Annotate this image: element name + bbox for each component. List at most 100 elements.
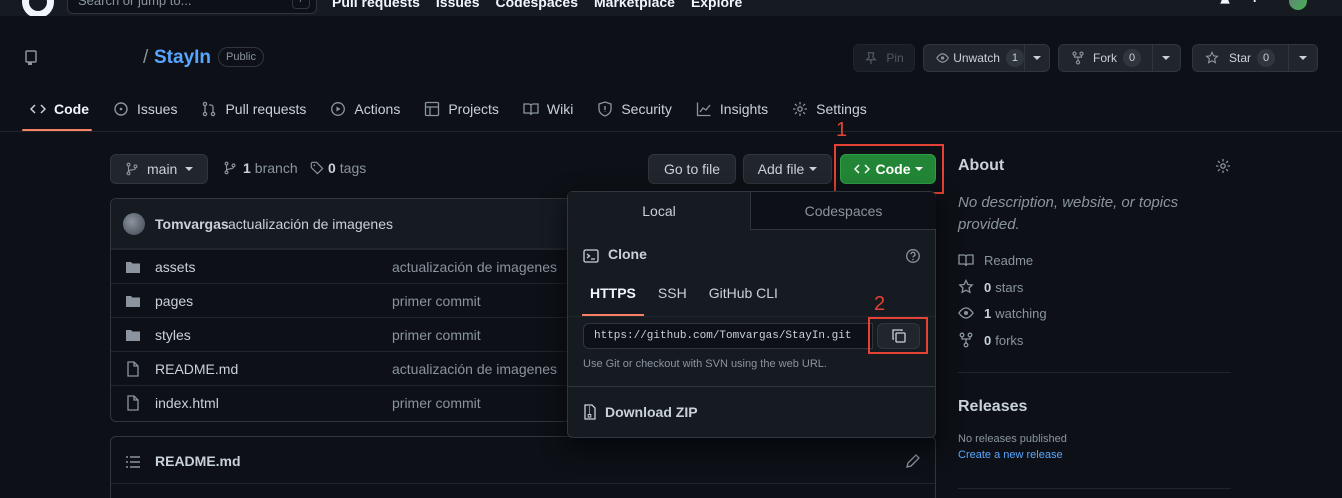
pin-icon bbox=[865, 52, 878, 65]
pencil-icon[interactable] bbox=[905, 453, 921, 469]
user-avatar[interactable] bbox=[1289, 0, 1307, 10]
tag-icon bbox=[310, 161, 324, 175]
tab-projects[interactable]: Projects bbox=[416, 94, 507, 124]
tab-label: Wiki bbox=[546, 101, 574, 117]
fork-button[interactable]: Fork 0 bbox=[1058, 44, 1181, 72]
tab-label: Security bbox=[621, 101, 672, 117]
nav-codespaces[interactable]: Codespaces bbox=[496, 0, 578, 10]
github-logo-icon[interactable] bbox=[22, 0, 54, 16]
clone-url-input[interactable]: https://github.com/Tomvargas/StayIn.git bbox=[583, 323, 873, 349]
branch-word: branch bbox=[254, 160, 298, 176]
tags-link[interactable]: 0 tags bbox=[310, 160, 366, 176]
tab-pull-requests[interactable]: Pull requests bbox=[193, 94, 314, 124]
tab-actions[interactable]: Actions bbox=[322, 94, 408, 124]
file-name[interactable]: assets bbox=[155, 259, 195, 275]
pull-request-icon bbox=[203, 101, 216, 117]
tag-count: 0 bbox=[328, 160, 336, 176]
search-input[interactable]: Search or jump to... / bbox=[67, 0, 317, 14]
forks-link[interactable]: 0 forks bbox=[958, 332, 1023, 348]
file-commit-message[interactable]: actualización de imagenes bbox=[392, 259, 557, 275]
nav-marketplace[interactable]: Marketplace bbox=[594, 0, 675, 10]
file-name[interactable]: styles bbox=[155, 327, 191, 343]
unwatch-label: Unwatch bbox=[953, 51, 1000, 65]
fork-label: Fork bbox=[1093, 51, 1117, 65]
star-button[interactable]: Star 0 bbox=[1192, 44, 1318, 72]
list-icon[interactable] bbox=[125, 454, 141, 470]
folder-icon bbox=[126, 262, 140, 273]
add-file-button[interactable]: Add file bbox=[743, 154, 832, 184]
annotation-box-code-button bbox=[834, 144, 944, 194]
nav-pull-requests[interactable]: Pull requests bbox=[332, 0, 420, 10]
caret-down-icon bbox=[809, 167, 818, 171]
repo-tabs: Code Issues Pull requests Actions Projec… bbox=[22, 94, 883, 132]
file-name[interactable]: index.html bbox=[155, 395, 219, 411]
tab-codespaces[interactable]: Codespaces bbox=[751, 192, 936, 230]
tab-ssh[interactable]: SSH bbox=[650, 284, 695, 316]
tab-code[interactable]: Code bbox=[22, 94, 97, 124]
star-icon bbox=[958, 279, 974, 294]
branches-link[interactable]: 1 branch bbox=[223, 160, 298, 176]
tab-local-label: Local bbox=[642, 203, 676, 219]
watching-count: 1 bbox=[984, 305, 992, 321]
divider bbox=[958, 488, 1231, 489]
releases-title[interactable]: Releases bbox=[958, 398, 1027, 416]
nav-explore[interactable]: Explore bbox=[691, 0, 742, 10]
unwatch-button[interactable]: Unwatch 1 bbox=[923, 44, 1050, 72]
file-name[interactable]: pages bbox=[155, 293, 193, 309]
about-title: About bbox=[958, 157, 1005, 174]
readme-title[interactable]: README.md bbox=[155, 453, 241, 469]
tab-github-cli[interactable]: GitHub CLI bbox=[701, 284, 786, 316]
commit-message[interactable]: actualización de imagenes bbox=[228, 216, 393, 232]
readme-panel: README.md bbox=[110, 436, 936, 498]
repo-icon bbox=[25, 50, 37, 65]
caret-down-icon bbox=[1033, 56, 1041, 60]
about-description: No description, website, or topics provi… bbox=[958, 194, 1179, 233]
global-header: Search or jump to... / Pull requests Iss… bbox=[0, 0, 1342, 16]
search-placeholder: Search or jump to... bbox=[78, 0, 192, 8]
branch-selector-button[interactable]: main bbox=[110, 154, 208, 184]
star-dropdown[interactable] bbox=[1287, 45, 1317, 71]
stars-link[interactable]: 0 stars bbox=[958, 279, 1023, 295]
bell-icon[interactable] bbox=[1218, 0, 1232, 8]
tab-settings[interactable]: Settings bbox=[784, 94, 875, 124]
tab-local[interactable]: Local bbox=[568, 192, 751, 230]
commit-author[interactable]: Tomvargas bbox=[155, 216, 229, 232]
branch-name: main bbox=[147, 161, 178, 177]
tab-wiki[interactable]: Wiki bbox=[515, 94, 581, 124]
file-commit-message[interactable]: actualización de imagenes bbox=[392, 361, 557, 377]
watching-link[interactable]: 1 watching bbox=[958, 305, 1047, 321]
tag-word: tags bbox=[339, 160, 367, 176]
readme-link[interactable]: Readme bbox=[958, 252, 1033, 268]
repo-name-link[interactable]: StayIn bbox=[154, 47, 211, 69]
create-release-link[interactable]: Create a new release bbox=[958, 449, 1063, 461]
tab-label: Pull requests bbox=[225, 101, 307, 117]
repo-path-separator: / bbox=[143, 47, 149, 68]
visibility-badge: Public bbox=[218, 47, 264, 67]
create-new-icon[interactable]: + bbox=[1250, 0, 1259, 8]
tab-insights[interactable]: Insights bbox=[688, 94, 776, 124]
tab-label: Code bbox=[54, 101, 89, 117]
fork-icon bbox=[959, 332, 973, 348]
pin-button[interactable]: Pin bbox=[853, 44, 915, 72]
zip-file-icon bbox=[584, 404, 596, 420]
readme-link-label: Readme bbox=[984, 252, 1034, 268]
download-zip-button[interactable]: Download ZIP bbox=[583, 404, 698, 420]
question-icon[interactable] bbox=[905, 248, 921, 264]
gear-icon[interactable] bbox=[1215, 158, 1231, 174]
fork-dropdown[interactable] bbox=[1151, 45, 1180, 71]
tab-security[interactable]: Security bbox=[589, 94, 680, 124]
file-commit-message[interactable]: primer commit bbox=[392, 395, 481, 411]
unwatch-dropdown[interactable] bbox=[1024, 45, 1049, 71]
add-file-label: Add file bbox=[757, 161, 805, 177]
nav-issues[interactable]: Issues bbox=[436, 0, 480, 10]
tab-issues[interactable]: Issues bbox=[105, 94, 185, 124]
file-name[interactable]: README.md bbox=[155, 361, 238, 377]
file-commit-message[interactable]: primer commit bbox=[392, 293, 481, 309]
go-to-file-button[interactable]: Go to file bbox=[648, 154, 736, 184]
file-icon bbox=[127, 361, 139, 377]
commit-author-avatar[interactable] bbox=[123, 213, 145, 235]
tab-https[interactable]: HTTPS bbox=[582, 284, 644, 316]
forks-word: forks bbox=[995, 332, 1024, 348]
tab-label: Insights bbox=[719, 101, 769, 117]
file-commit-message[interactable]: primer commit bbox=[392, 327, 481, 343]
